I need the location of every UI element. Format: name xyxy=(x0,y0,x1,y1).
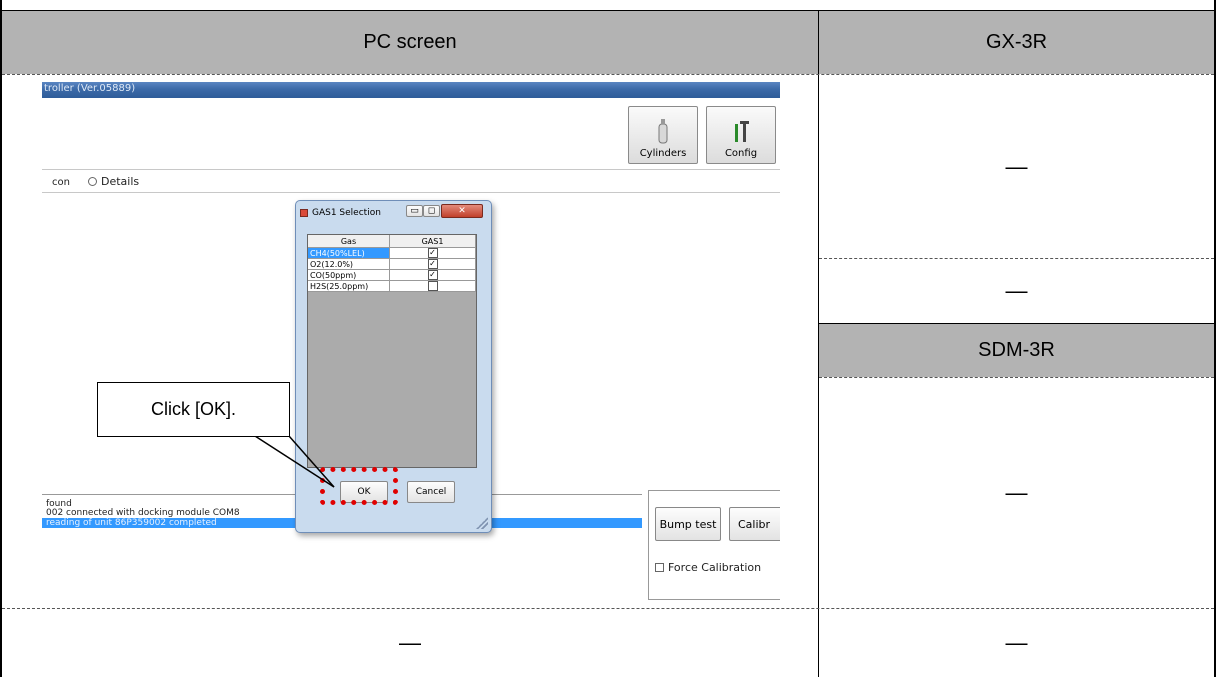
window-title: troller (Ver.05889) xyxy=(44,83,136,94)
gas-name: CO(50ppm) xyxy=(310,270,357,280)
header-sdm-3r-label: SDM-3R xyxy=(978,339,1055,361)
force-calibration-checkbox[interactable]: Force Calibration xyxy=(655,561,761,574)
gas-row[interactable]: CH4(50%LEL) xyxy=(308,248,390,259)
window-titlebar: troller (Ver.05889) xyxy=(42,82,780,98)
column-header-gas1-label: GAS1 xyxy=(421,236,444,246)
header-sdm-3r: SDM-3R xyxy=(819,324,1214,377)
dash-mark: — xyxy=(1005,153,1028,179)
gas-checkbox[interactable]: ✓ xyxy=(427,248,438,258)
sdm-cell-bottom: — xyxy=(819,609,1214,677)
details-radio[interactable]: Details xyxy=(88,175,139,188)
dash-mark: — xyxy=(1005,630,1028,655)
force-calibration-label: Force Calibration xyxy=(668,561,762,574)
gas-name: O2(12.0%) xyxy=(310,259,354,269)
gas-row[interactable]: H2S(25.0ppm) xyxy=(308,281,390,292)
maximize-button[interactable]: ◻ xyxy=(423,205,440,217)
bump-test-label: Bump test xyxy=(659,517,717,531)
app-icon xyxy=(300,209,308,217)
dash-mark: — xyxy=(1005,480,1028,505)
toolbar: Cylinders Config xyxy=(42,98,780,170)
cylinder-icon xyxy=(658,119,668,144)
checkbox-icon xyxy=(655,563,664,572)
column-header-gas1: GAS1 xyxy=(390,235,476,248)
cancel-label: Cancel xyxy=(415,487,447,497)
bump-test-button[interactable]: Bump test xyxy=(655,507,721,541)
dash-mark: — xyxy=(399,630,421,655)
gas-name: CH4(50%LEL) xyxy=(310,248,365,258)
log-line-selected-text: reading of unit 86P359002 completed xyxy=(46,518,217,528)
close-icon: ✕ xyxy=(458,206,466,216)
dialog-title: GAS1 Selection xyxy=(312,208,381,218)
radio-circle-icon xyxy=(88,177,97,186)
radio-left-label[interactable]: con xyxy=(52,177,70,188)
gas-checkbox-cell[interactable]: ✓ xyxy=(390,259,476,270)
view-options-row: con Details xyxy=(42,171,780,193)
gas-checkbox-cell[interactable] xyxy=(390,281,476,292)
callout-text: Click [OK]. xyxy=(150,399,236,419)
config-button[interactable]: Config xyxy=(706,106,776,164)
action-panel: Bump test Calibr Force Calibration xyxy=(648,490,780,600)
gas-checkbox-cell[interactable]: ✓ xyxy=(390,270,476,281)
gas-row[interactable]: CO(50ppm) xyxy=(308,270,390,281)
column-header-gas: Gas xyxy=(308,235,390,248)
log-line: 002 connected with docking module COM8 xyxy=(46,508,240,518)
gas-checkbox[interactable]: ✓ xyxy=(427,270,438,280)
resize-grip-icon[interactable] xyxy=(476,517,488,529)
header-gx-3r-label: GX-3R xyxy=(985,31,1048,53)
cancel-button[interactable]: Cancel xyxy=(407,481,455,503)
gas-row[interactable]: O2(12.0%) xyxy=(308,259,390,270)
close-button[interactable]: ✕ xyxy=(441,204,483,218)
pc-cell-bottom: — xyxy=(2,609,818,677)
gas-checkbox[interactable] xyxy=(427,281,438,291)
details-label: Details xyxy=(101,175,140,188)
cylinders-button[interactable]: Cylinders xyxy=(628,106,698,164)
app-screenshot: troller (Ver.05889) Cylinders Config con… xyxy=(42,82,780,600)
gas-selection-dialog: GAS1 Selection ▭ ◻ ✕ Gas GAS1 CH4(50%LEL… xyxy=(295,200,492,533)
sdm-cell-1: — xyxy=(819,378,1214,608)
header-pc-screen-label: PC screen xyxy=(363,31,457,53)
cylinders-label: Cylinders xyxy=(639,148,687,159)
gas-checkbox[interactable]: ✓ xyxy=(427,259,438,269)
calibration-label: Calibr xyxy=(738,517,771,531)
column-header-gas-label: Gas xyxy=(340,236,357,246)
dialog-titlebar: GAS1 Selection ▭ ◻ ✕ xyxy=(296,201,491,225)
gx-cell-1: — xyxy=(819,75,1214,258)
header-pc-screen: PC screen xyxy=(2,11,818,74)
gx-cell-2: — xyxy=(819,259,1214,323)
callout-box: Click [OK]. xyxy=(97,382,290,437)
gas-checkbox-cell[interactable]: ✓ xyxy=(390,248,476,259)
minimize-button[interactable]: ▭ xyxy=(406,205,423,217)
config-label: Config xyxy=(724,148,758,159)
dash-mark: — xyxy=(1005,278,1028,303)
gas-grid: Gas GAS1 CH4(50%LEL) ✓ O2(12.0%) ✓ CO(50… xyxy=(307,234,477,468)
header-gx-3r: GX-3R xyxy=(819,11,1214,74)
tools-icon xyxy=(735,121,749,142)
calibration-button[interactable]: Calibr xyxy=(729,507,780,541)
gas-name: H2S(25.0ppm) xyxy=(310,281,369,291)
ok-highlight-box xyxy=(320,467,398,505)
